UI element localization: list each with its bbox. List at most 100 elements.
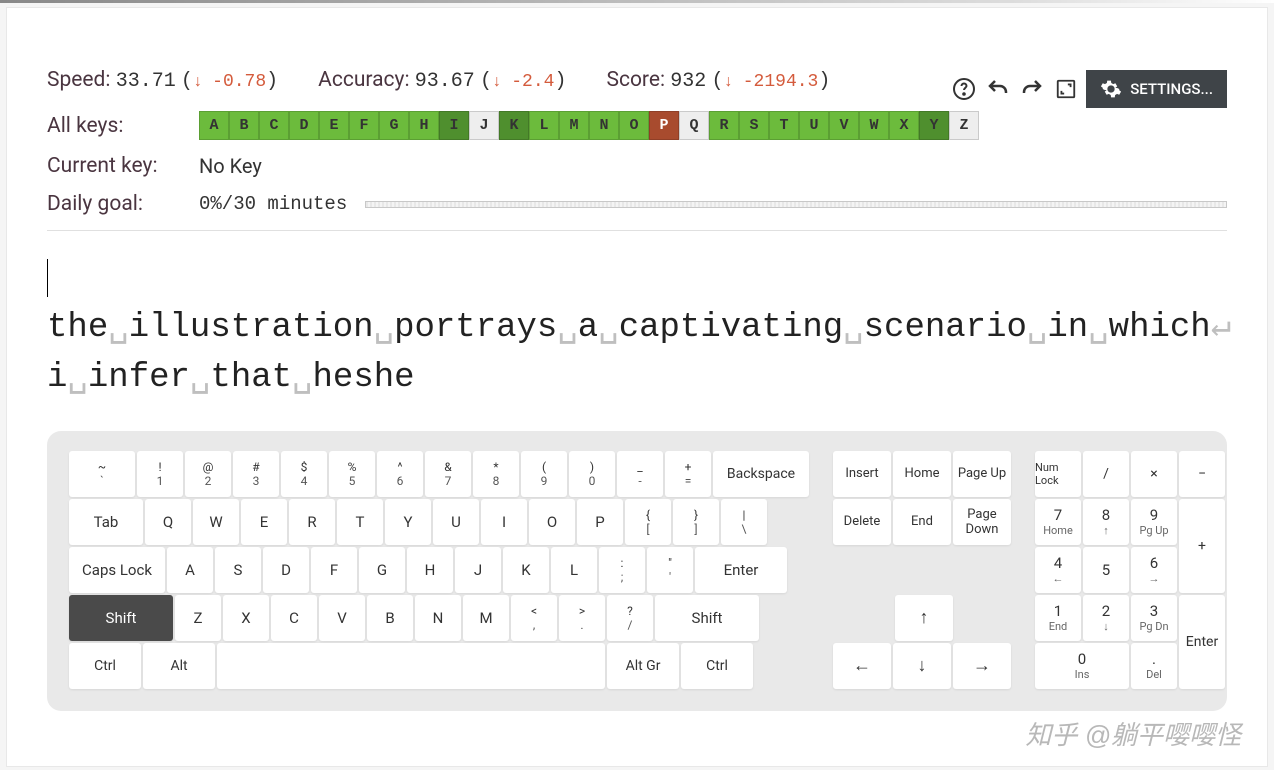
key-np-3[interactable]: 3Pg Dn [1131,595,1177,641]
keycell-G[interactable]: G [379,111,409,140]
key-insert[interactable]: Insert [833,451,891,497]
key-np-sub[interactable]: − [1179,451,1225,497]
keycell-V[interactable]: V [829,111,859,140]
key-M[interactable]: M [463,595,509,641]
key-6[interactable]: ^6 [377,451,423,497]
key-np-div[interactable]: / [1083,451,1129,497]
key-U[interactable]: U [433,499,479,545]
key-end[interactable]: End [893,499,951,545]
key-7[interactable]: &7 [425,451,471,497]
key-np-9[interactable]: 9Pg Up [1131,499,1177,545]
key-tab[interactable]: Tab [69,499,143,545]
key-space[interactable] [217,643,605,689]
key-capslock[interactable]: Caps Lock [69,547,165,593]
keycell-X[interactable]: X [889,111,919,140]
key-delete[interactable]: Delete [833,499,891,545]
key-np-add[interactable]: + [1179,499,1225,593]
keycell-A[interactable]: A [199,111,229,140]
key-arrow-up[interactable]: ↑ [895,595,953,641]
help-icon[interactable] [950,75,978,103]
key-np-mul[interactable]: × [1131,451,1177,497]
key-Z[interactable]: Z [175,595,221,641]
key-C[interactable]: C [271,595,317,641]
key-G[interactable]: G [359,547,405,593]
keycell-M[interactable]: M [559,111,589,140]
key-np-enter[interactable]: Enter [1179,595,1225,689]
key-V[interactable]: V [319,595,365,641]
key-5[interactable]: %5 [329,451,375,497]
keycell-Y[interactable]: Y [919,111,949,140]
key-,[interactable]: <, [511,595,557,641]
keycell-P[interactable]: P [649,111,679,140]
key-D[interactable]: D [263,547,309,593]
key-S[interactable]: S [215,547,261,593]
key--[interactable]: _- [617,451,663,497]
key-np-2[interactable]: 2↓ [1083,595,1129,641]
redo-icon[interactable] [1018,75,1046,103]
keycell-K[interactable]: K [499,111,529,140]
key-arrow-left[interactable]: ← [833,643,891,689]
key-X[interactable]: X [223,595,269,641]
key-N[interactable]: N [415,595,461,641]
keycell-T[interactable]: T [769,111,799,140]
keycell-J[interactable]: J [469,111,499,140]
key-np-7[interactable]: 7Home [1035,499,1081,545]
keycell-O[interactable]: O [619,111,649,140]
key-shift-left[interactable]: Shift [69,595,173,641]
key-np-4[interactable]: 4← [1035,547,1081,593]
keycell-S[interactable]: S [739,111,769,140]
key-ctrl-right[interactable]: Ctrl [681,643,753,689]
key-numlock[interactable]: Num Lock [1035,451,1081,497]
keycell-F[interactable]: F [349,111,379,140]
keycell-Q[interactable]: Q [679,111,709,140]
key-pagedown[interactable]: Page Down [953,499,1011,545]
key-np-1[interactable]: 1End [1035,595,1081,641]
key-alt-left[interactable]: Alt [143,643,215,689]
key-H[interactable]: H [407,547,453,593]
key-2[interactable]: @2 [185,451,231,497]
keycell-L[interactable]: L [529,111,559,140]
keycell-R[interactable]: R [709,111,739,140]
key-=[interactable]: += [665,451,711,497]
key-np-8[interactable]: 8↑ [1083,499,1129,545]
key-;[interactable]: :; [599,547,645,593]
key-1[interactable]: !1 [137,451,183,497]
key-B[interactable]: B [367,595,413,641]
key-Y[interactable]: Y [385,499,431,545]
key-altgr[interactable]: Alt Gr [607,643,679,689]
key-`[interactable]: ~` [69,451,135,497]
key-4[interactable]: $4 [281,451,327,497]
key-ctrl-left[interactable]: Ctrl [69,643,141,689]
key-backspace[interactable]: Backspace [713,451,809,497]
key-np-5[interactable]: 5 [1083,547,1129,593]
key-arrow-down[interactable]: ↓ [893,643,951,689]
settings-button[interactable]: SETTINGS... [1086,70,1227,108]
key-P[interactable]: P [577,499,623,545]
undo-icon[interactable] [984,75,1012,103]
keycell-D[interactable]: D [289,111,319,140]
key-np-dot[interactable]: .Del [1131,643,1177,689]
keycell-C[interactable]: C [259,111,289,140]
key-R[interactable]: R [289,499,335,545]
key-/[interactable]: ?/ [607,595,653,641]
typing-area[interactable]: the␣illustration␣portrays␣a␣captivating␣… [47,255,1227,403]
fullscreen-icon[interactable] [1052,75,1080,103]
key-J[interactable]: J [455,547,501,593]
keycell-E[interactable]: E [319,111,349,140]
keycell-N[interactable]: N [589,111,619,140]
key-enter[interactable]: Enter [695,547,787,593]
key-arrow-right[interactable]: → [953,643,1011,689]
keycell-H[interactable]: H [409,111,439,140]
key-E[interactable]: E [241,499,287,545]
key-9[interactable]: (9 [521,451,567,497]
key-T[interactable]: T [337,499,383,545]
key-.[interactable]: >. [559,595,605,641]
key-I[interactable]: I [481,499,527,545]
key-0[interactable]: )0 [569,451,615,497]
key-O[interactable]: O [529,499,575,545]
key-W[interactable]: W [193,499,239,545]
key-'[interactable]: "' [647,547,693,593]
key-A[interactable]: A [167,547,213,593]
key-[[interactable]: {[ [625,499,671,545]
key-3[interactable]: #3 [233,451,279,497]
